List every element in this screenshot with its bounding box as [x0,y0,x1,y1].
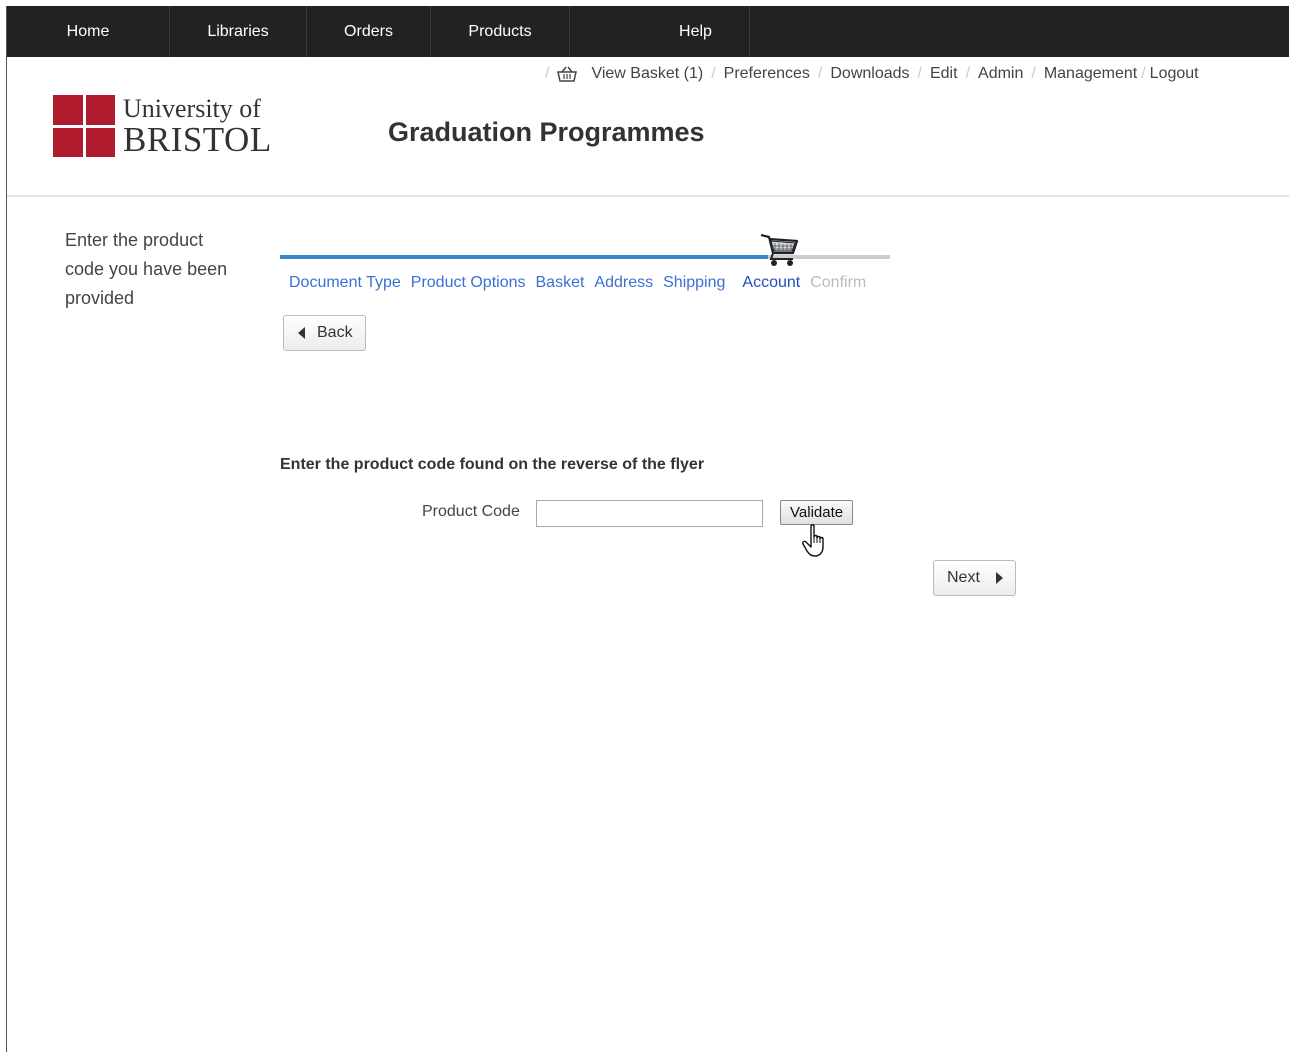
step-shipping[interactable]: Shipping [663,274,725,292]
university-logo[interactable]: University of BRISTOL [53,95,272,157]
top-navbar: Home Libraries Orders Products Help [7,6,1289,57]
downloads-link[interactable]: Downloads [830,65,909,83]
logout-link[interactable]: Logout [1150,65,1199,83]
nav-orders[interactable]: Orders [307,6,431,57]
back-button[interactable]: Back [283,315,366,351]
step-document-type[interactable]: Document Type [289,274,401,292]
product-code-input[interactable] [536,500,763,527]
nav-home[interactable]: Home [7,6,170,57]
divider: / [817,65,823,82]
divider: / [1031,65,1036,82]
validate-button[interactable]: Validate [780,500,854,525]
arrow-right-icon [995,572,1003,584]
product-code-label: Product Code [422,503,520,520]
back-button-label: Back [317,324,353,341]
page-title: Graduation Programmes [388,117,705,147]
management-link[interactable]: Management [1044,65,1137,83]
divider: / [965,65,971,82]
arrow-left-icon [298,327,305,339]
nav-products[interactable]: Products [431,6,570,57]
step-address[interactable]: Address [594,274,653,292]
step-account[interactable]: Account [742,274,800,292]
basket-icon [557,66,578,82]
crest-icon [53,95,115,157]
checkout-steps: Document Type Product Options Basket Add… [289,274,876,292]
progress-fill [280,255,768,259]
logo-line1: University of [123,93,261,123]
step-basket[interactable]: Basket [536,274,585,292]
page-frame: Home Libraries Orders Products Help Univ… [6,6,1289,1052]
next-button-label: Next [947,569,980,586]
sidebar-instruction: Enter the product code you have been pro… [65,230,228,308]
hand-pointer-cursor-icon [802,524,824,557]
site-header: University of BRISTOL / View Basket (1) … [7,57,1289,197]
nav-libraries[interactable]: Libraries [170,6,307,57]
nav-help-label: Help [679,22,712,40]
form-instruction: Enter the product code found on the reve… [280,456,705,473]
preferences-link[interactable]: Preferences [724,65,810,83]
logo-line2: BRISTOL [123,119,272,159]
edit-link[interactable]: Edit [930,65,958,83]
divider: / [917,65,922,82]
divider: / [545,65,550,82]
view-basket-link[interactable]: View Basket (1) [591,65,703,83]
logo-text: University of BRISTOL [123,93,272,159]
divider: / [1141,65,1146,82]
utility-links: / View Basket (1) / Preferences / Downlo… [537,65,1199,83]
step-confirm: Confirm [810,274,867,291]
step-product-options[interactable]: Product Options [411,274,526,292]
next-button[interactable]: Next [933,560,1016,596]
admin-link[interactable]: Admin [978,65,1023,83]
shopping-cart-icon [760,233,799,266]
divider: / [711,65,716,82]
nav-help[interactable]: Help [570,6,750,57]
